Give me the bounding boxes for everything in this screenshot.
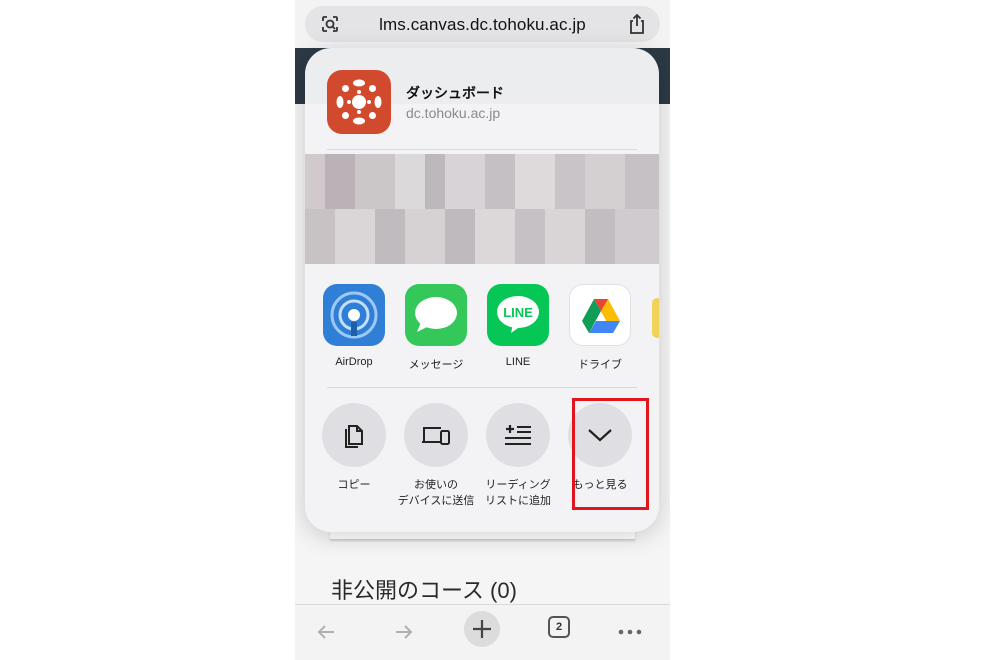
action-send-to-device[interactable]: お使いの デバイスに送信 [395,403,477,509]
share-title: ダッシュボード [406,85,504,101]
share-app-line[interactable]: LINE LINE [478,280,558,368]
phone-screen: lms.canvas.dc.tohoku.ac.jp 非公開のコース (0) 2 [295,0,670,660]
share-subtitle: dc.tohoku.ac.jp [406,105,501,121]
share-app-drive[interactable]: ドライブ [560,280,640,372]
airdrop-icon [323,284,385,346]
action-label: デバイスに送信 [397,495,475,507]
messages-icon [405,284,467,346]
partial-app-icon [652,298,659,338]
share-app-label: AirDrop [335,356,373,368]
share-app-label: LINE [505,356,531,368]
reading-list-add-icon [486,403,550,467]
url-text[interactable]: lms.canvas.dc.tohoku.ac.jp [305,15,660,35]
google-drive-icon [569,284,631,346]
share-icon[interactable] [626,12,648,36]
blurred-contacts-row [305,154,659,264]
back-arrow-icon[interactable] [311,617,341,647]
screenshot-stage: lms.canvas.dc.tohoku.ac.jp 非公開のコース (0) 2 [0,0,1000,660]
divider [327,387,637,388]
action-label: リーディング [485,479,551,491]
highlight-box [572,398,649,510]
forward-arrow-icon[interactable] [389,617,419,647]
share-app-airdrop[interactable]: AirDrop [314,280,394,368]
action-label: お使いの [414,479,458,491]
share-app-label: メッセージ [408,359,464,371]
copy-icon [322,403,386,467]
divider [327,149,637,150]
share-app-messages[interactable]: メッセージ [396,280,476,372]
browser-bottom-bar: 2 [295,604,670,660]
plus-icon [473,620,491,638]
line-icon: LINE [487,284,549,346]
more-icon[interactable] [615,617,645,647]
action-copy[interactable]: コピー [313,403,395,493]
action-label: コピー [337,479,371,491]
svg-text:LINE: LINE [503,305,533,320]
share-app-label: ドライブ [578,359,622,371]
canvas-logo-icon [327,70,391,134]
address-bar[interactable]: lms.canvas.dc.tohoku.ac.jp [305,6,660,42]
section-title: 非公開のコース (0) [331,578,517,603]
tab-switcher-button[interactable]: 2 [548,616,570,638]
send-to-device-icon [404,403,468,467]
share-apps-row: AirDrop メッセージ LINE LINE ドライブ [305,280,659,380]
action-add-reading-list[interactable]: リーディング リストに追加 [477,403,559,509]
new-tab-button[interactable] [464,611,500,647]
action-label: リストに追加 [485,495,551,507]
browser-top-bar: lms.canvas.dc.tohoku.ac.jp [295,0,670,48]
